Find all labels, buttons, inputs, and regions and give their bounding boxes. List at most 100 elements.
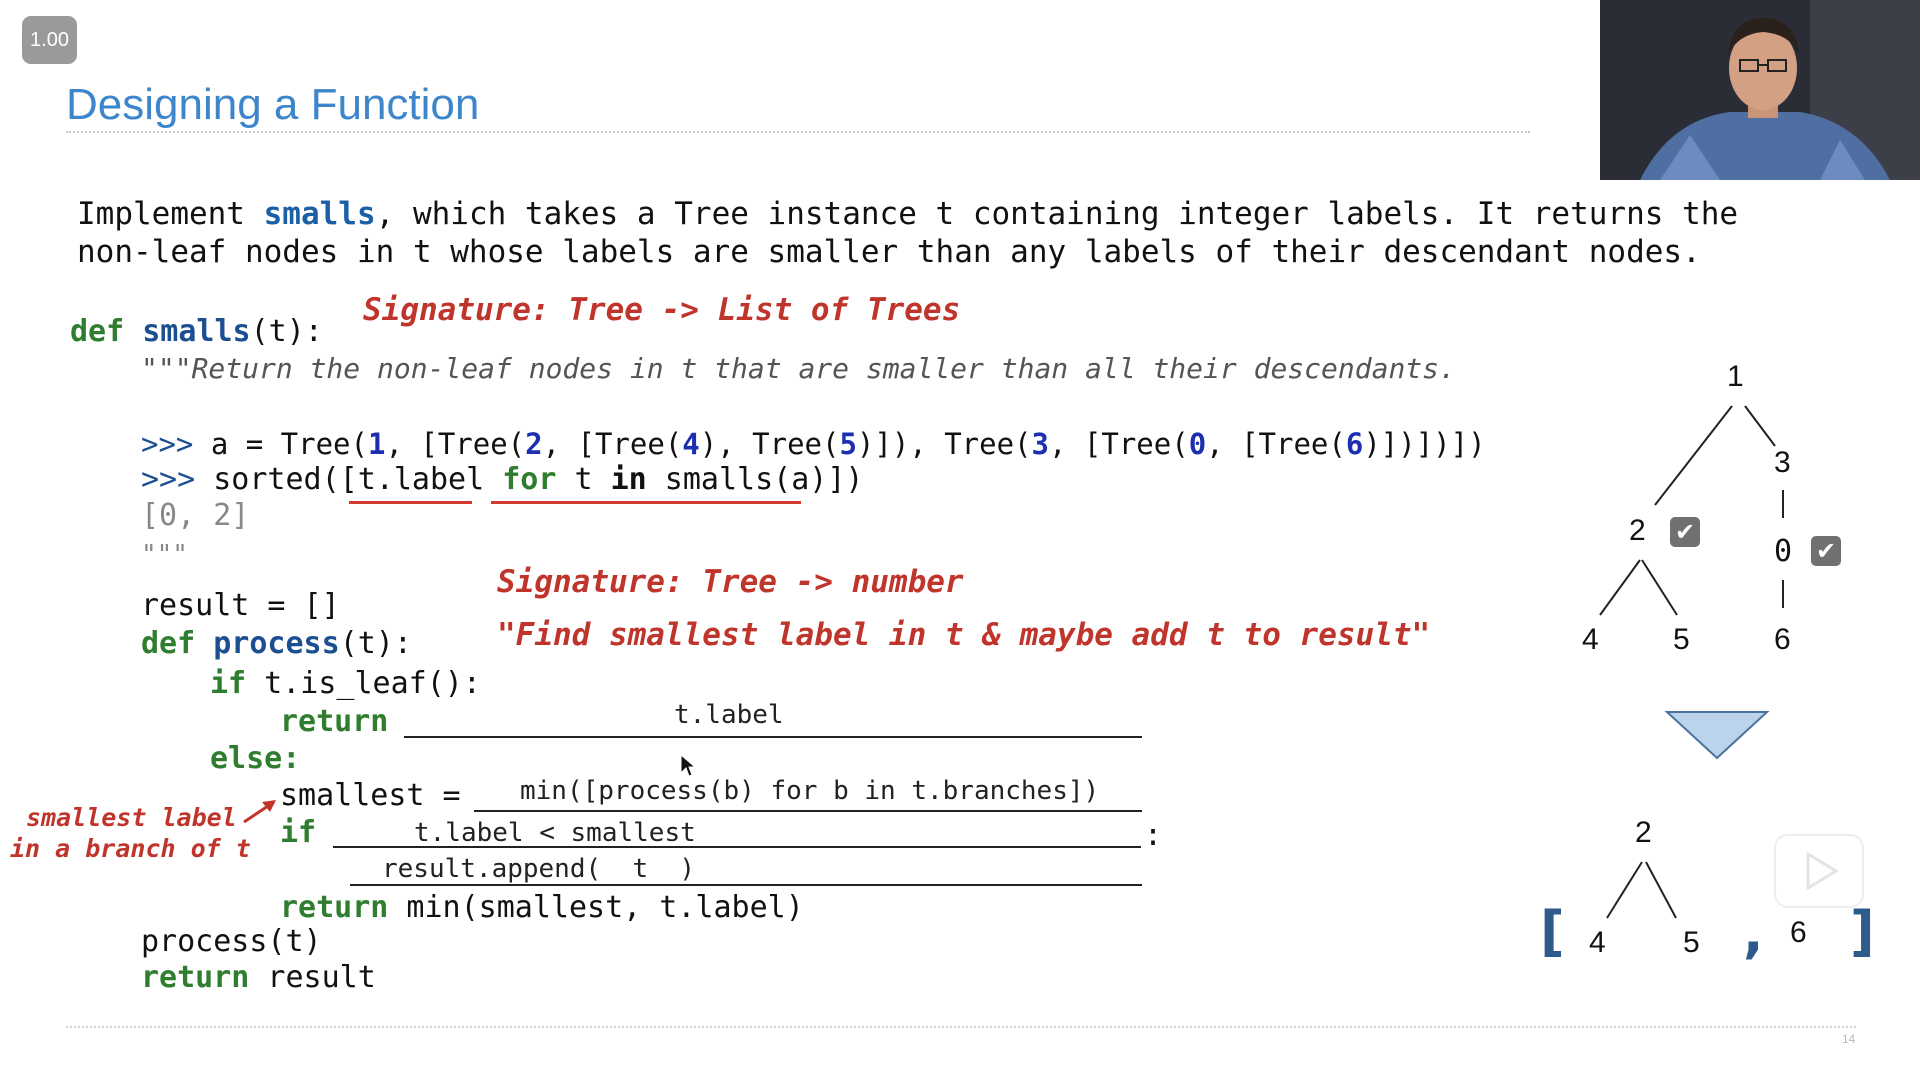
slide-title: Designing a Function xyxy=(66,80,480,129)
result-tree-edges xyxy=(1606,861,1677,919)
doctest-prompt: >>> xyxy=(141,427,211,461)
problem-statement-line-2: non-leaf nodes in t whose labels are sma… xyxy=(77,234,1701,270)
signature-annotation-process: Signature: Tree -> number xyxy=(497,564,964,600)
code-text: sorted([t.label xyxy=(213,462,503,497)
tree-node-root: 1 xyxy=(1727,360,1744,393)
blank-answer-4: result.append( t ) xyxy=(382,854,696,884)
code-text: a = Tree( xyxy=(210,427,368,461)
code-smallest-assign: smallest = xyxy=(280,778,461,813)
play-icon xyxy=(1806,851,1839,891)
code-call-process: process(t) xyxy=(141,924,322,959)
function-name-smalls: smalls xyxy=(263,196,376,232)
code-result-init: result = [] xyxy=(141,588,340,623)
result-tree-node-5: 5 xyxy=(1683,926,1700,959)
tree-node-3: 3 xyxy=(1774,446,1791,479)
result-tree-node-6: 6 xyxy=(1790,916,1807,949)
keyword-else: else: xyxy=(210,741,301,776)
code-text: t xyxy=(556,462,611,497)
checkmark-icon: ✔ xyxy=(1811,536,1841,566)
tree-number: 5 xyxy=(839,427,857,461)
result-comma: , xyxy=(1743,902,1764,965)
tree-diagram-edges xyxy=(1599,405,1784,616)
checkmark-icon: ✔ xyxy=(1670,517,1700,547)
keyword-if: if xyxy=(210,666,247,701)
code-text: , [Tree( xyxy=(1206,427,1346,461)
underline-t-label xyxy=(349,501,472,504)
blank-line-2 xyxy=(474,810,1142,812)
tree-number: 6 xyxy=(1345,427,1364,461)
tree-node-2: 2 xyxy=(1629,514,1646,547)
tree-number: 4 xyxy=(682,427,700,461)
code-docstring-close: """ xyxy=(141,540,188,570)
blank-answer-2: min([process(b) for b in t.branches]) xyxy=(520,776,1100,806)
tree-node-6: 6 xyxy=(1774,623,1791,656)
code-doctest-output: [0, 2] xyxy=(141,498,250,533)
result-tree-node-4: 4 xyxy=(1589,926,1606,959)
function-name: smalls xyxy=(142,314,251,349)
underline-for-clause xyxy=(491,501,801,504)
side-note-line-1: smallest label xyxy=(26,803,237,832)
playback-speed-badge[interactable]: 1.00 xyxy=(22,16,77,64)
code-text: result xyxy=(249,960,376,995)
problem-text: Implement xyxy=(77,196,264,232)
signature-annotation-smalls: Signature: Tree -> List of Trees xyxy=(363,292,961,328)
code-text: smalls(a)]) xyxy=(646,462,864,497)
code-text: ), Tree( xyxy=(699,427,840,461)
tree-number: 1 xyxy=(367,427,386,461)
problem-text: , which takes a Tree instance t containi… xyxy=(375,196,1739,232)
code-doctest-1: >>> a = Tree(1, [Tree(2, [Tree(4), Tree(… xyxy=(141,427,1486,461)
keyword-return: return xyxy=(141,960,250,995)
keyword-in: in xyxy=(610,462,647,497)
tree-number: 2 xyxy=(525,427,543,461)
code-return-result: return result xyxy=(141,960,376,995)
code-text: )])])]) xyxy=(1363,427,1486,461)
blank-line-3 xyxy=(333,846,1141,848)
blank-answer-1: t.label xyxy=(674,700,784,730)
tree-number: 0 xyxy=(1188,427,1207,461)
doctest-prompt: >>> xyxy=(141,462,214,497)
blank-line-4 xyxy=(350,884,1142,886)
tree-number: 3 xyxy=(1031,427,1049,461)
keyword-return: return xyxy=(280,890,389,925)
code-def-smalls: def smalls(t): xyxy=(70,314,323,349)
keyword-def: def xyxy=(70,314,125,349)
title-divider xyxy=(66,131,1530,133)
blank-line-1 xyxy=(404,736,1142,738)
presenter-webcam xyxy=(1600,0,1920,180)
code-text: )]), Tree( xyxy=(856,427,1032,461)
problem-statement-line-1: Implement smalls, which takes a Tree ins… xyxy=(77,196,1738,232)
code-text: , [Tree( xyxy=(385,427,526,461)
code-def-process: def process(t): xyxy=(141,626,412,661)
code-return-min: return min(smallest, t.label) xyxy=(280,890,804,925)
function-name: process xyxy=(213,626,340,661)
keyword-if-2: if xyxy=(280,815,317,850)
tree-node-4: 4 xyxy=(1582,623,1599,656)
keyword-def: def xyxy=(141,626,196,661)
slide-page-number: 14 xyxy=(1842,1032,1856,1046)
result-tree-node-2: 2 xyxy=(1635,816,1652,849)
blank-answer-3: t.label < smallest xyxy=(414,818,696,848)
mouse-cursor-icon xyxy=(680,754,696,777)
keyword-for: for xyxy=(502,462,557,497)
side-note-arrow-icon xyxy=(243,800,276,824)
tree-node-0: 0 xyxy=(1774,534,1793,569)
presenter-video-frame xyxy=(1600,0,1920,180)
code-text: , [Tree( xyxy=(542,427,683,461)
function-args: (t): xyxy=(339,626,412,661)
purpose-annotation: "Find smallest label in t & maybe add t … xyxy=(497,617,1431,653)
side-note-line-2: in a branch of t xyxy=(10,834,251,863)
keyword-return: return xyxy=(280,704,389,739)
code-if-leaf: if t.is_leaf(): xyxy=(210,666,481,701)
function-args: (t): xyxy=(250,314,323,349)
footer-divider xyxy=(66,1026,1856,1028)
code-docstring: """Return the non-leaf nodes in t that a… xyxy=(141,352,1456,385)
code-text: t.is_leaf(): xyxy=(246,666,481,701)
down-triangle-icon xyxy=(1664,711,1770,760)
play-button[interactable] xyxy=(1774,834,1864,908)
code-text: min(smallest, t.label) xyxy=(388,890,804,925)
code-doctest-2: >>> sorted([t.label for t in smalls(a)]) xyxy=(141,462,863,497)
code-colon: : xyxy=(1144,818,1163,853)
result-open-bracket: [ xyxy=(1540,900,1565,963)
code-text: , [Tree( xyxy=(1049,427,1189,461)
tree-node-5: 5 xyxy=(1673,623,1690,656)
